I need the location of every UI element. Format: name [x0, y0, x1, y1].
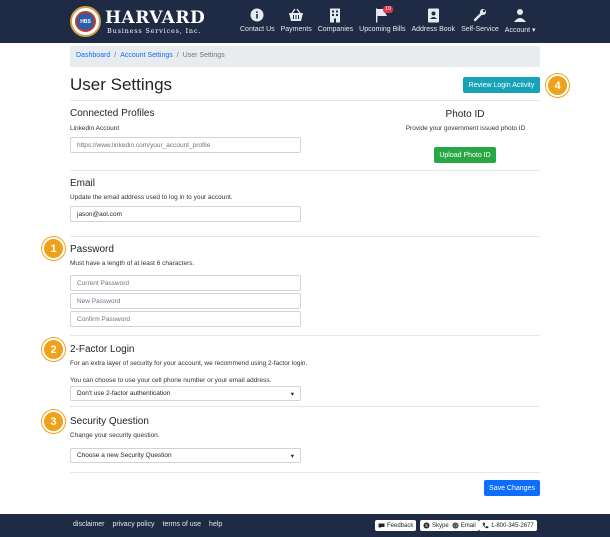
security-question-select[interactable]: Choose a new Security Question ▾ — [70, 448, 301, 463]
chevron-down-icon: ▾ — [532, 27, 536, 34]
skype-email-pill: S Skype @ Email — [420, 520, 479, 531]
nav-label: Contact Us — [240, 26, 275, 33]
brand-name: Harvard — [105, 7, 206, 28]
two-factor-heading: 2-Factor Login — [70, 344, 135, 355]
feedback-label: Feedback — [387, 522, 414, 529]
feedback-button[interactable]: Feedback — [375, 520, 417, 531]
nav-label: Payments — [280, 26, 312, 33]
divider — [70, 236, 540, 237]
chat-icon — [378, 523, 385, 528]
two-factor-description-2: You can choose to use your cell phone nu… — [70, 377, 272, 384]
footer-links: disclaimer privacy policy terms of use h… — [73, 521, 230, 528]
divider — [70, 472, 540, 473]
linkedin-input[interactable]: https://www.linkedin.com/your_account_pr… — [70, 137, 301, 153]
marker-badge-4: 4 — [546, 74, 569, 97]
save-changes-button[interactable]: Save Changes — [484, 480, 540, 496]
footer-link-terms-of-use[interactable]: terms of use — [163, 521, 202, 528]
two-factor-description: For an extra layer of security for your … — [70, 360, 308, 367]
photo-id-description: Provide your government issued photo ID — [405, 125, 526, 132]
email-field[interactable]: jason@aol.com — [70, 206, 301, 222]
page-title: User Settings — [70, 75, 173, 94]
skype-icon: S — [423, 522, 430, 529]
skype-link[interactable]: Skype — [432, 523, 449, 529]
seal-text: HBS — [75, 11, 96, 32]
footer: disclaimer privacy policy terms of use h… — [0, 514, 610, 537]
nav-self-service[interactable]: Self-Service — [461, 6, 499, 36]
phone-pill[interactable]: 1-800-345-2677 — [479, 520, 537, 531]
email-heading: Email — [70, 178, 96, 189]
footer-link-help[interactable]: help — [209, 521, 222, 528]
upload-photo-id-button[interactable]: Upload Photo ID — [434, 147, 496, 163]
connected-profiles-heading: Connected Profiles — [70, 108, 155, 119]
two-factor-selected: Don't use 2-factor authentication — [77, 390, 171, 397]
bills-count-badge: 10 — [383, 6, 393, 13]
brand-logo[interactable]: HBS Harvard Business Services, Inc. — [70, 5, 205, 38]
photo-id-heading: Photo ID — [445, 109, 485, 120]
footer-link-privacy-policy[interactable]: privacy policy — [113, 521, 155, 528]
nav-label: Companies — [317, 26, 354, 33]
divider — [70, 170, 540, 171]
current-password-input[interactable]: Current Password — [70, 275, 301, 291]
phone-number: 1-800-345-2677 — [491, 522, 534, 529]
nav-contact-us[interactable]: Contact Us — [240, 6, 275, 36]
security-question-description: Change your security question. — [70, 432, 160, 439]
security-question-selected: Choose a new Security Question — [77, 452, 172, 459]
main-nav: Contact Us Payments Companies 10 Upcomin… — [237, 6, 539, 36]
seal-icon: HBS — [70, 6, 101, 37]
chevron-down-icon: ▾ — [290, 390, 294, 398]
nav-label: Account ▾ — [504, 27, 536, 34]
brand-subtitle: Business Services, Inc. — [107, 26, 202, 35]
two-factor-select[interactable]: Don't use 2-factor authentication ▾ — [70, 386, 301, 401]
marker-badge-2: 2 — [42, 338, 65, 361]
breadcrumb: Dashboard / Account Settings / User Sett… — [70, 46, 540, 67]
review-login-activity-button[interactable]: Review Login Activity — [463, 77, 540, 93]
divider — [70, 406, 540, 407]
confirm-password-input[interactable]: Confirm Password — [70, 311, 301, 327]
breadcrumb-separator: / — [176, 52, 179, 59]
footer-link-disclaimer[interactable]: disclaimer — [73, 521, 105, 528]
linkedin-label: Linkedin Account — [70, 125, 120, 132]
basket-icon — [287, 6, 305, 24]
breadcrumb-account-settings[interactable]: Account Settings — [120, 52, 173, 61]
user-icon — [511, 6, 529, 24]
nav-label: Upcoming Bills — [359, 26, 406, 33]
breadcrumb-dashboard[interactable]: Dashboard — [76, 52, 110, 61]
info-icon — [248, 6, 266, 24]
svg-text:@: @ — [453, 523, 458, 528]
nav-label: Address Book — [411, 26, 456, 33]
address-book-icon — [424, 6, 442, 24]
marker-badge-3: 3 — [42, 410, 65, 433]
top-navbar: HBS Harvard Business Services, Inc. Cont… — [0, 0, 610, 43]
nav-payments[interactable]: Payments — [281, 6, 312, 36]
email-description: Update the email address used to log in … — [70, 194, 233, 201]
nav-companies[interactable]: Companies — [318, 6, 353, 36]
breadcrumb-current: User Settings — [182, 52, 225, 59]
wrench-icon — [471, 6, 489, 24]
nav-label: Self-Service — [461, 26, 499, 33]
password-description: Must have a length of at least 6 charact… — [70, 260, 195, 267]
svg-text:S: S — [425, 523, 428, 528]
phone-icon — [482, 522, 489, 529]
building-icon — [326, 6, 344, 24]
divider — [70, 335, 540, 336]
nav-account[interactable]: Account ▾ — [505, 6, 536, 36]
chevron-down-icon: ▾ — [290, 452, 294, 460]
nav-address-book[interactable]: Address Book — [411, 6, 455, 36]
divider — [70, 100, 540, 101]
nav-upcoming-bills[interactable]: 10 Upcoming Bills — [359, 6, 405, 36]
email-link[interactable]: Email — [461, 523, 476, 529]
marker-badge-1: 1 — [42, 237, 65, 260]
security-question-heading: Security Question — [70, 416, 149, 427]
password-heading: Password — [70, 244, 114, 255]
email-icon: @ — [452, 522, 459, 529]
new-password-input[interactable]: New Password — [70, 293, 301, 309]
breadcrumb-separator: / — [114, 52, 117, 59]
